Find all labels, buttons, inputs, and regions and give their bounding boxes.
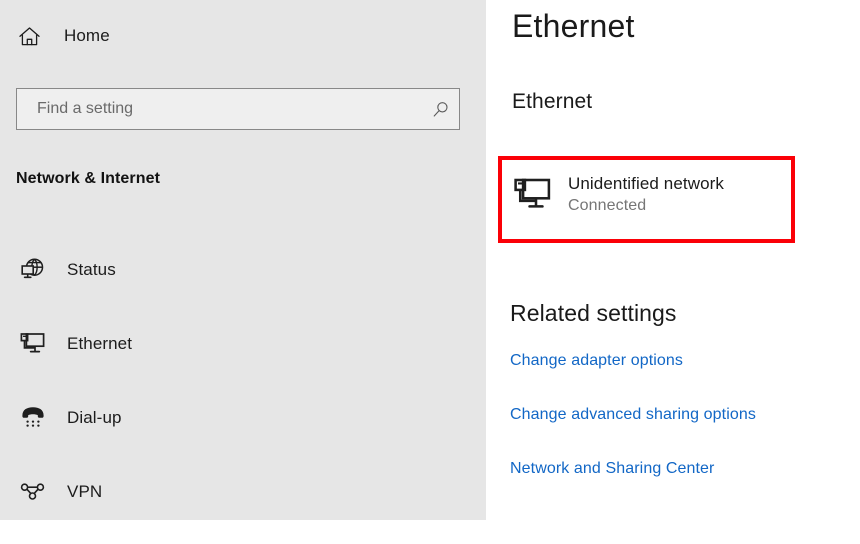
related-settings-links: Change adapter options Change advanced s… — [510, 352, 840, 478]
search-icon[interactable] — [421, 89, 459, 129]
sidebar-item-ethernet[interactable]: Ethernet — [0, 322, 486, 366]
vpn-nodes-icon — [16, 477, 50, 507]
sidebar-category-title: Network & Internet — [16, 170, 160, 188]
home-icon — [14, 23, 44, 49]
sidebar-item-label: Ethernet — [67, 334, 132, 354]
network-status: Connected — [568, 195, 724, 217]
link-change-adapter-options[interactable]: Change adapter options — [510, 352, 840, 370]
link-network-and-sharing-center[interactable]: Network and Sharing Center — [510, 460, 840, 478]
telephone-dialpad-icon — [16, 403, 50, 433]
network-text: Unidentified network Connected — [568, 170, 724, 217]
sidebar-item-vpn[interactable]: VPN — [0, 470, 486, 514]
sidebar-item-home[interactable]: Home — [14, 20, 110, 52]
search-input[interactable] — [17, 89, 421, 129]
sidebar-item-dial-up[interactable]: Dial-up — [0, 396, 486, 440]
sidebar-item-label: Status — [67, 260, 116, 280]
network-highlight-box: Unidentified network Connected — [498, 156, 795, 243]
sidebar-item-status[interactable]: Status — [0, 248, 486, 292]
network-card[interactable]: Unidentified network Connected — [510, 170, 787, 218]
globe-monitor-icon — [16, 255, 50, 285]
related-settings-heading: Related settings — [510, 300, 677, 327]
sidebar-item-label: Dial-up — [67, 408, 122, 428]
settings-window: Home Network & Internet — [0, 0, 860, 520]
link-change-advanced-sharing-options[interactable]: Change advanced sharing options — [510, 406, 840, 424]
main-content: Ethernet Ethernet Unidentified network — [486, 0, 860, 520]
section-heading: Ethernet — [512, 90, 592, 114]
page-title: Ethernet — [512, 8, 635, 45]
search-box[interactable] — [16, 88, 460, 130]
sidebar: Home Network & Internet — [0, 0, 486, 520]
network-name: Unidentified network — [568, 172, 724, 195]
ethernet-monitor-icon — [16, 329, 50, 359]
ethernet-monitor-icon — [510, 172, 556, 218]
sidebar-nav: Status Ethernet — [0, 248, 486, 544]
sidebar-home-label: Home — [64, 26, 110, 46]
sidebar-item-label: VPN — [67, 482, 102, 502]
